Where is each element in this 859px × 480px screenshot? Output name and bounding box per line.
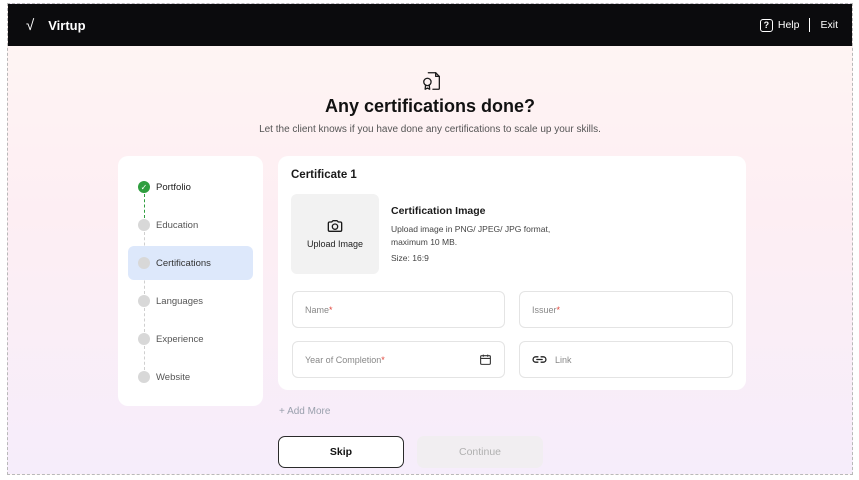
logo-icon: √ (26, 16, 35, 34)
image-info-title: Certification Image (391, 205, 486, 217)
step-dot-icon (138, 333, 150, 345)
step-website[interactable]: Website (128, 360, 253, 394)
step-label: Website (156, 371, 191, 383)
image-info-description: Upload image in PNG/ JPEG/ JPG format, m… (391, 223, 591, 248)
year-placeholder: Year of Completion (305, 354, 382, 365)
issuer-field[interactable]: Issuer * (519, 291, 733, 328)
year-of-completion-field[interactable]: Year of Completion * (292, 341, 505, 378)
image-info-line: Upload image in PNG/ JPEG/ JPG format, (391, 224, 551, 234)
step-dot-icon (138, 295, 150, 307)
name-placeholder: Name (305, 304, 330, 315)
add-more-button[interactable]: + Add More (279, 406, 330, 417)
required-mark: * (381, 354, 385, 365)
upload-image-button[interactable]: Upload Image (291, 194, 379, 274)
certificate-icon (423, 72, 440, 90)
step-dot-icon (138, 219, 150, 231)
certificate-card: Certificate 1 Upload Image Certification… (278, 156, 746, 390)
step-list: ✓ Portfolio Education Certifications Lan… (118, 156, 263, 406)
step-portfolio[interactable]: ✓ Portfolio (128, 170, 253, 204)
help-icon: ? (759, 18, 773, 32)
top-bar: √ Virtup ? Help Exit (8, 4, 852, 46)
link-field[interactable]: Link (519, 341, 733, 378)
exit-button[interactable]: Exit (820, 19, 838, 31)
help-label: Help (777, 19, 800, 31)
required-mark: * (556, 304, 561, 315)
image-size-hint: Size: 16:9 (391, 253, 429, 263)
help-button[interactable]: ? Help (759, 18, 800, 32)
skip-button[interactable]: Skip (278, 436, 404, 468)
step-label: Education (156, 219, 199, 231)
top-actions: ? Help Exit (759, 18, 838, 32)
camera-icon (327, 220, 343, 232)
page-title: Any certifications done? (324, 96, 536, 116)
step-experience[interactable]: Experience (128, 322, 253, 356)
step-education[interactable]: Education (128, 208, 253, 242)
step-label: Languages (156, 295, 204, 307)
card-title: Certificate 1 (291, 169, 357, 181)
link-icon (532, 356, 547, 363)
link-placeholder: Link (555, 354, 572, 365)
issuer-placeholder: Issuer (532, 304, 557, 315)
name-field[interactable]: Name * (292, 291, 505, 328)
step-dot-icon (138, 257, 150, 269)
app-frame: √ Virtup ? Help Exit Any certifications … (7, 3, 853, 475)
brand[interactable]: √ Virtup (26, 17, 86, 34)
check-icon: ✓ (138, 181, 150, 193)
step-label: Experience (156, 333, 204, 345)
required-mark: * (329, 304, 333, 315)
step-label: Certifications (156, 257, 211, 269)
page-subtitle: Let the client knows if you have done an… (259, 124, 601, 135)
step-certifications[interactable]: Certifications (128, 246, 253, 280)
upload-label: Upload Image (306, 239, 364, 249)
app-name: Virtup (48, 17, 86, 33)
divider (809, 18, 811, 32)
step-label: Portfolio (156, 181, 191, 193)
image-info-line: maximum 10 MB. (391, 236, 458, 247)
step-languages[interactable]: Languages (128, 284, 253, 318)
step-dot-icon (138, 371, 150, 383)
continue-button[interactable]: Continue (417, 436, 543, 468)
calendar-icon[interactable] (479, 353, 492, 366)
